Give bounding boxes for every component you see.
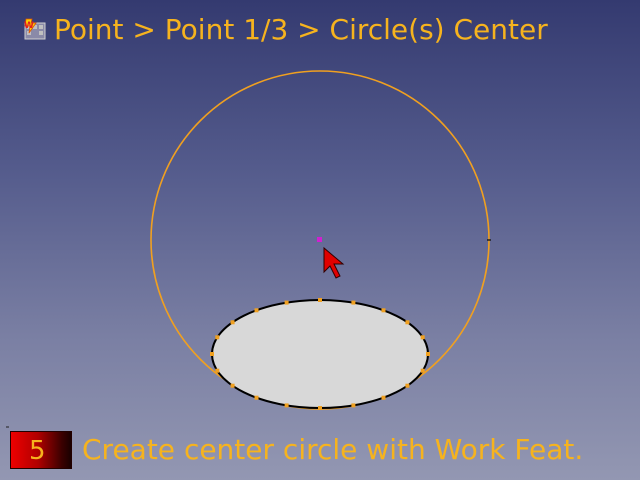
ellipse-vertex (351, 403, 356, 408)
footer: 5 Create center circle with Work Feat. (10, 430, 583, 470)
footer-caption: Create center circle with Work Feat. (82, 433, 584, 466)
ellipse-vertex (405, 320, 410, 325)
sketch-ellipse[interactable] (211, 299, 429, 409)
ellipse-vertex (405, 383, 410, 388)
ellipse-vertex (426, 352, 430, 356)
ellipse-vertex (230, 320, 235, 325)
ellipse-vertex (381, 308, 386, 313)
center-point[interactable] (317, 237, 322, 242)
ellipse-vertex (254, 308, 259, 313)
ellipse-vertex (318, 406, 322, 410)
arrow-cursor-icon (323, 246, 345, 279)
ellipse-vertex (420, 335, 425, 340)
ellipse-vertex (215, 368, 220, 373)
step-badge: 5 (10, 431, 72, 469)
ellipse-vertex (284, 300, 289, 305)
ellipse-vertex (351, 300, 356, 305)
ellipse-vertex (210, 352, 214, 356)
ellipse-vertex (215, 335, 220, 340)
ellipse-vertex (254, 395, 259, 400)
ellipse-vertex (381, 395, 386, 400)
ellipse-vertex (318, 298, 322, 302)
3d-viewport[interactable] (0, 0, 640, 480)
ellipse-vertex (230, 383, 235, 388)
ellipse-vertex (420, 368, 425, 373)
ellipse-vertex (284, 403, 289, 408)
